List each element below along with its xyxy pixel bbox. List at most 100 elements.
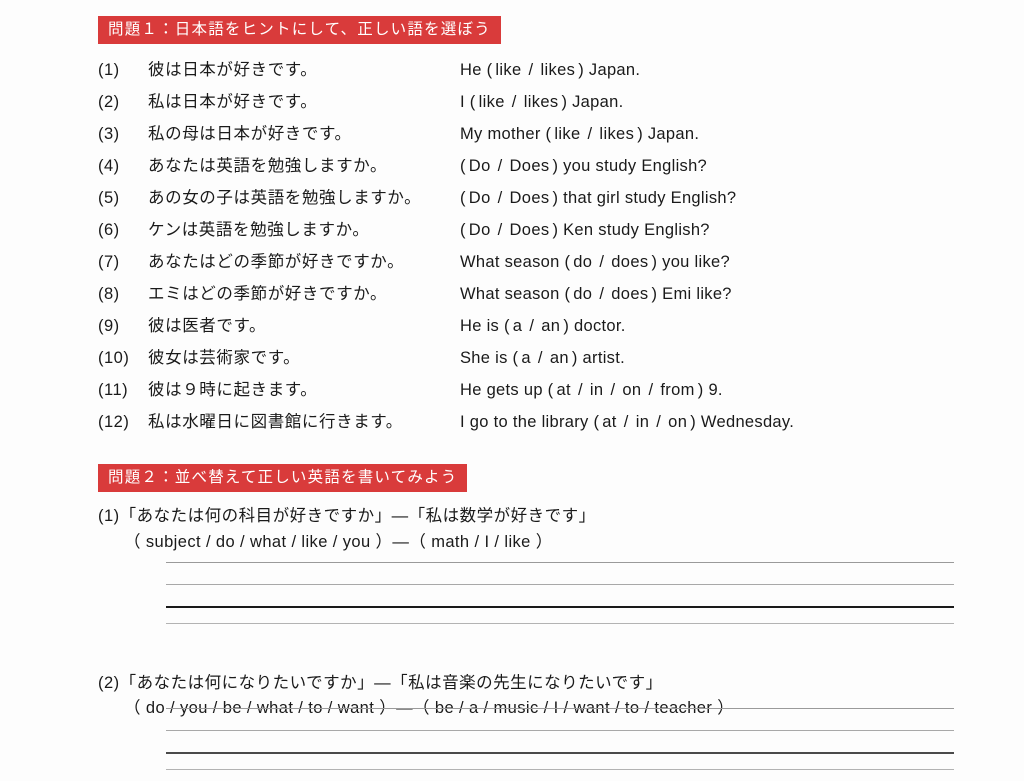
section-2-item-1: (1)「あなたは何の科目が好きですか」—「私は数学が好きです」 （ subjec… [98, 504, 998, 555]
answer-option[interactable]: like [551, 125, 583, 143]
answer-option[interactable]: Does [507, 221, 553, 239]
section-1-question-list: (1) 彼は日本が好きです。 He (like / likes) Japan. (2) 私は… [98, 56, 998, 440]
answer-option[interactable]: like [492, 61, 524, 79]
section-1-banner: 問題１：日本語をヒントにして、正しい語を選ぼう [98, 16, 501, 45]
sentence-suffix: ) doctor. [563, 317, 626, 336]
question-english-sentence: He is (a / an) doctor. [460, 317, 998, 336]
answer-option[interactable]: Do [466, 157, 494, 175]
sentence-suffix: ) you study English? [552, 157, 708, 176]
question-row: (9) 彼は医者です。 He is (a / an) doctor. [98, 312, 998, 344]
answer-option[interactable]: do [570, 253, 595, 271]
worksheet-page: 問題１：日本語をヒントにして、正しい語を選ぼう (1) 彼は日本が好きです。 He … [0, 0, 1024, 781]
sentence-suffix: ) Ken study English? [552, 221, 710, 240]
question-japanese-hint: 彼は医者です。 [148, 317, 267, 336]
section-2-banner-wrap: 問題２：並べ替えて正しい英語を書いてみよう [98, 464, 998, 493]
sentence-prefix: What season ( [460, 285, 571, 304]
section-2-item-2-japanese: (2)「あなたは何になりたいですか」—「私は音楽の先生になりたいです」 [98, 671, 998, 697]
question-english-sentence: He gets up (at / in / on / from) 9. [460, 381, 998, 400]
question-number: (6) [98, 221, 120, 240]
sentence-suffix: ) Japan. [578, 61, 641, 80]
question-number: (10) [98, 349, 130, 368]
sentence-prefix: I ( [460, 93, 476, 112]
question-english-sentence: She is (a / an) artist. [460, 349, 998, 368]
option-separator-icon: / [497, 189, 503, 208]
sentence-prefix: He ( [460, 61, 493, 80]
option-separator-icon: / [577, 381, 583, 400]
section-2-item-2-jp-text: 「あなたは何になりたいですか」—「私は音楽の先生になりたいです」 [119, 673, 663, 692]
sentence-suffix: ) Japan. [561, 93, 624, 112]
section-1-banner-wrap: 問題１：日本語をヒントにして、正しい語を選ぼう [98, 16, 998, 45]
option-separator-icon: / [587, 125, 593, 144]
question-row: (11) 彼は９時に起きます。 He gets up (at / in / on / from)… [98, 376, 998, 408]
option-separator-icon: / [537, 349, 543, 368]
answer-option[interactable]: Does [507, 157, 553, 175]
stave-rule-descender [166, 623, 954, 624]
question-english-sentence: What season (do / does) Emi like? [460, 285, 998, 304]
option-separator-icon: / [656, 413, 662, 432]
question-english-sentence: He (like / likes) Japan. [460, 61, 998, 80]
sentence-prefix: I go to the library ( [460, 413, 600, 432]
question-number: (5) [98, 189, 120, 208]
question-japanese-hint: 私の母は日本が好きです。 [148, 125, 352, 144]
option-separator-icon: / [497, 221, 503, 240]
question-japanese-hint: 私は日本が好きです。 [148, 93, 318, 112]
question-english-sentence: (Do / Does) you study English? [460, 157, 998, 176]
section-2-banner: 問題２：並べ替えて正しい英語を書いてみよう [98, 464, 468, 493]
answer-option[interactable]: on [665, 413, 690, 431]
section-1: 問題１：日本語をヒントにして、正しい語を選ぼう (1) 彼は日本が好きです。 He … [98, 16, 998, 440]
sentence-prefix: ( [460, 157, 466, 176]
sentence-prefix: My mother ( [460, 125, 552, 144]
answer-option[interactable]: in [633, 413, 653, 431]
answer-writing-lines-2[interactable] [166, 704, 954, 770]
sentence-suffix: ) 9. [697, 381, 723, 400]
answer-option[interactable]: likes [537, 61, 578, 79]
stave-rule-upper-mid [166, 730, 954, 731]
question-english-sentence: I (like / likes) Japan. [460, 93, 998, 112]
question-english-sentence: (Do / Does) that girl study English? [460, 189, 998, 208]
answer-option[interactable]: do [570, 285, 595, 303]
question-row: (7) あなたはどの季節が好きですか。 What season (do / does) … [98, 248, 998, 280]
answer-option[interactable]: likes [521, 93, 562, 111]
question-row: (8) エミはどの季節が好きですか。 What season (do / does) E… [98, 280, 998, 312]
question-number: (8) [98, 285, 120, 304]
question-row: (2) 私は日本が好きです。 I (like / likes) Japan. [98, 88, 998, 120]
question-japanese-hint: ケンは英語を勉強しますか。 [148, 221, 370, 240]
answer-option[interactable]: an [547, 349, 572, 367]
option-separator-icon: / [511, 93, 517, 112]
question-number: (11) [98, 381, 129, 400]
option-separator-icon: / [529, 317, 535, 336]
answer-option[interactable]: in [587, 381, 607, 399]
answer-option[interactable]: a [518, 349, 534, 367]
answer-option[interactable]: an [538, 317, 563, 335]
answer-writing-lines-1[interactable] [166, 558, 954, 624]
question-english-sentence: I go to the library (at / in / on) Wednesday… [460, 413, 998, 432]
section-2-item-1-word-bank: （ subject / do / what / like / you ）—（ m… [124, 532, 553, 551]
answer-option[interactable]: does [608, 253, 651, 271]
question-row: (5) あの女の子は英語を勉強しますか。 (Do / Does) that girl s… [98, 184, 998, 216]
sentence-prefix: He is ( [460, 317, 510, 336]
question-japanese-hint: 彼は日本が好きです。 [148, 61, 318, 80]
question-number: (2) [98, 93, 120, 112]
answer-option[interactable]: at [599, 413, 619, 431]
sentence-prefix: She is ( [460, 349, 519, 368]
question-row: (4) あなたは英語を勉強しますか。 (Do / Does) you study Eng… [98, 152, 998, 184]
answer-option[interactable]: on [619, 381, 644, 399]
option-separator-icon: / [623, 413, 629, 432]
answer-option[interactable]: at [553, 381, 573, 399]
section-2-item-1-number: (1) [98, 507, 120, 526]
question-row: (12) 私は水曜日に図書館に行きます。 I go to the library (… [98, 408, 998, 440]
question-japanese-hint: あなたはどの季節が好きですか。 [148, 253, 405, 272]
answer-option[interactable]: likes [596, 125, 637, 143]
answer-option[interactable]: like [476, 93, 508, 111]
answer-option[interactable]: Do [466, 221, 494, 239]
sentence-suffix: ) Japan. [637, 125, 700, 144]
answer-option[interactable]: does [608, 285, 651, 303]
answer-option[interactable]: Does [507, 189, 553, 207]
question-number: (12) [98, 413, 130, 432]
answer-option[interactable]: a [510, 317, 526, 335]
answer-option[interactable]: Do [466, 189, 494, 207]
question-row: (10) 彼女は芸術家です。 She is (a / an) artist. [98, 344, 998, 376]
sentence-prefix: He gets up ( [460, 381, 554, 400]
question-row: (1) 彼は日本が好きです。 He (like / likes) Japan. [98, 56, 998, 88]
answer-option[interactable]: from [657, 381, 697, 399]
